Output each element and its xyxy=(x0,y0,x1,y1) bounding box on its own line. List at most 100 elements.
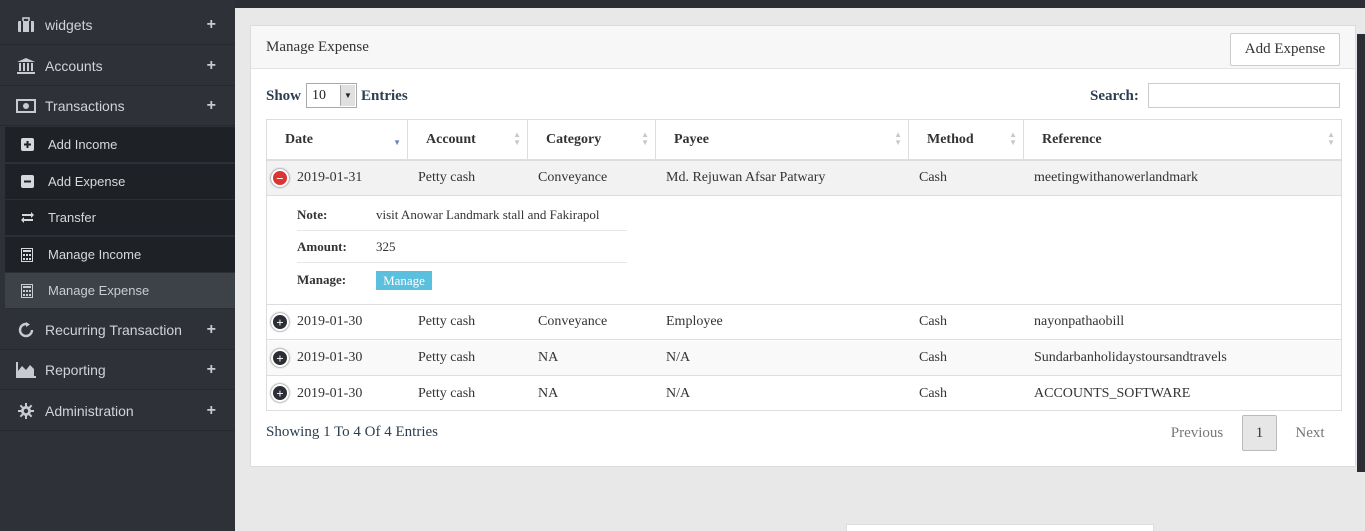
page-title: Manage Expense xyxy=(266,39,369,55)
collapse-row-icon[interactable]: − xyxy=(271,169,289,187)
entries-per-page-select[interactable]: 10 ▼ xyxy=(306,83,357,108)
sidebar-item-transactions[interactable]: Transactions + xyxy=(0,86,235,126)
entries-per-page-value: 10 xyxy=(312,88,326,103)
sidebar-item-label: Transactions xyxy=(45,97,125,114)
bottom-panel-edge xyxy=(846,524,1154,531)
sidebar-subitem-add-expense[interactable]: Add Expense xyxy=(5,164,235,200)
expand-icon[interactable]: + xyxy=(207,97,216,115)
cell-reference: Sundarbanholidaystoursandtravels xyxy=(1034,350,1227,365)
sidebar-subitem-label: Manage Income xyxy=(48,247,142,262)
previous-page-button[interactable]: Previous xyxy=(1161,415,1233,451)
sidebar-subitem-manage-expense[interactable]: Manage Expense xyxy=(5,273,235,309)
expand-row-icon[interactable]: + xyxy=(271,313,289,331)
minus-square-icon xyxy=(19,174,35,190)
bank-icon xyxy=(16,56,36,76)
detail-divider xyxy=(297,230,627,231)
column-account[interactable]: Account ▲ ▼ xyxy=(408,120,528,159)
row-detail: Note: visit Anowar Landmark stall and Fa… xyxy=(267,197,1341,305)
cell-category: NA xyxy=(538,385,559,401)
sidebar-subitem-label: Add Income xyxy=(48,137,118,152)
sort-icon: ▲ ▼ xyxy=(641,130,649,147)
search-label: Search: xyxy=(1090,88,1139,104)
note-label: Note: xyxy=(297,207,328,222)
sidebar-item-administration[interactable]: Administration + xyxy=(0,391,235,431)
pagination-info: Showing 1 To 4 Of 4 Entries xyxy=(266,424,439,440)
sort-icon: ▲ ▼ xyxy=(513,130,521,147)
sidebar-item-recurring-transaction[interactable]: Recurring Transaction + xyxy=(0,310,235,350)
cell-date: 2019-01-30 xyxy=(297,385,363,401)
column-date[interactable]: Date ▼ xyxy=(267,120,408,159)
table-row[interactable]: − 2019-01-31 Petty cash Conveyance Md. R… xyxy=(267,161,1341,196)
sort-icon: ▲ ▼ xyxy=(894,130,902,147)
cell-reference: nayonpathaobill xyxy=(1034,314,1125,329)
expand-icon[interactable]: + xyxy=(207,361,216,379)
manage-button[interactable]: Manage xyxy=(376,271,432,290)
cell-account: Petty cash xyxy=(418,314,476,329)
table-row[interactable]: + 2019-01-30 Petty cash NA N/A Cash Sund… xyxy=(267,341,1341,376)
expand-icon[interactable]: + xyxy=(207,321,216,339)
expand-icon[interactable]: + xyxy=(207,402,216,420)
refresh-icon xyxy=(16,320,36,340)
show-label: Show xyxy=(266,88,302,104)
sidebar-item-label: Administration xyxy=(45,402,134,419)
sidebar-subitem-manage-income[interactable]: Manage Income xyxy=(5,237,235,273)
cell-account: Petty cash xyxy=(418,350,476,365)
expand-icon[interactable]: + xyxy=(207,57,216,75)
cell-method: Cash xyxy=(919,170,947,185)
gear-icon xyxy=(16,401,36,421)
manage-label: Manage: xyxy=(297,272,347,287)
table-row[interactable]: + 2019-01-30 Petty cash NA N/A Cash ACCO… xyxy=(267,376,1341,411)
cell-date: 2019-01-30 xyxy=(297,314,363,329)
cell-date: 2019-01-31 xyxy=(297,170,363,185)
table-header: Date ▼ Account ▲ ▼ Category ▲ ▼ Payee ▲ ▼ M… xyxy=(267,120,1341,161)
cell-category: Conveyance xyxy=(538,314,608,329)
column-payee[interactable]: Payee ▲ ▼ xyxy=(656,120,909,159)
sidebar-item-reporting[interactable]: Reporting + xyxy=(0,350,235,390)
sidebar-subitem-transfer[interactable]: Transfer xyxy=(5,200,235,236)
expand-row-icon[interactable]: + xyxy=(271,384,289,402)
cell-payee: N/A xyxy=(666,385,691,401)
expand-icon[interactable]: + xyxy=(207,16,216,34)
sidebar-subitem-label: Transfer xyxy=(48,210,96,225)
panel-header: Manage Expense Add Expense xyxy=(251,26,1355,69)
next-page-button[interactable]: Next xyxy=(1285,415,1335,451)
cell-account: Petty cash xyxy=(418,170,476,185)
page-1-button[interactable]: 1 xyxy=(1242,415,1277,451)
calculator-icon xyxy=(19,247,35,263)
cell-account: Petty cash xyxy=(418,385,476,401)
sidebar-item-accounts[interactable]: Accounts + xyxy=(0,46,235,86)
column-method[interactable]: Method ▲ ▼ xyxy=(909,120,1024,159)
cell-payee: N/A xyxy=(666,350,691,365)
sort-desc-icon: ▼ xyxy=(393,138,401,147)
sidebar-item-widgets[interactable]: widgets + xyxy=(0,5,235,45)
sidebar-subitem-label: Add Expense xyxy=(48,174,126,189)
column-reference[interactable]: Reference ▲ ▼ xyxy=(1024,120,1341,159)
detail-divider xyxy=(297,262,627,263)
dropdown-arrow-icon[interactable]: ▼ xyxy=(340,85,355,106)
amount-label: Amount: xyxy=(297,239,347,254)
sidebar-item-label: Recurring Transaction xyxy=(45,321,182,338)
sidebar-subitem-add-income[interactable]: Add Income xyxy=(5,127,235,163)
cell-method: Cash xyxy=(919,350,947,365)
cell-category: Conveyance xyxy=(538,170,608,185)
expand-row-icon[interactable]: + xyxy=(271,349,289,367)
search-input[interactable] xyxy=(1148,83,1340,108)
sort-icon: ▲ ▼ xyxy=(1327,130,1335,147)
transfer-icon xyxy=(19,210,35,226)
right-scrollbar[interactable] xyxy=(1357,34,1365,472)
expense-table: Date ▼ Account ▲ ▼ Category ▲ ▼ Payee ▲ ▼ M… xyxy=(266,119,1342,411)
table-row[interactable]: + 2019-01-30 Petty cash Conveyance Emplo… xyxy=(267,305,1341,340)
sidebar-item-label: Reporting xyxy=(45,361,106,378)
add-expense-button[interactable]: Add Expense xyxy=(1230,33,1340,66)
column-category[interactable]: Category ▲ ▼ xyxy=(528,120,656,159)
cell-reference: ACCOUNTS_SOFTWARE xyxy=(1034,385,1191,401)
area-chart-icon xyxy=(16,360,36,380)
cell-payee: Md. Rejuwan Afsar Patwary xyxy=(666,170,826,185)
amount-value: 325 xyxy=(376,239,396,254)
cell-category: NA xyxy=(538,350,559,365)
note-value: visit Anowar Landmark stall and Fakirapo… xyxy=(376,207,600,222)
calculator-icon xyxy=(19,283,35,299)
sidebar-item-label: widgets xyxy=(45,16,93,33)
cell-reference: meetingwithanowerlandmark xyxy=(1034,170,1199,185)
top-bar xyxy=(235,0,1365,8)
